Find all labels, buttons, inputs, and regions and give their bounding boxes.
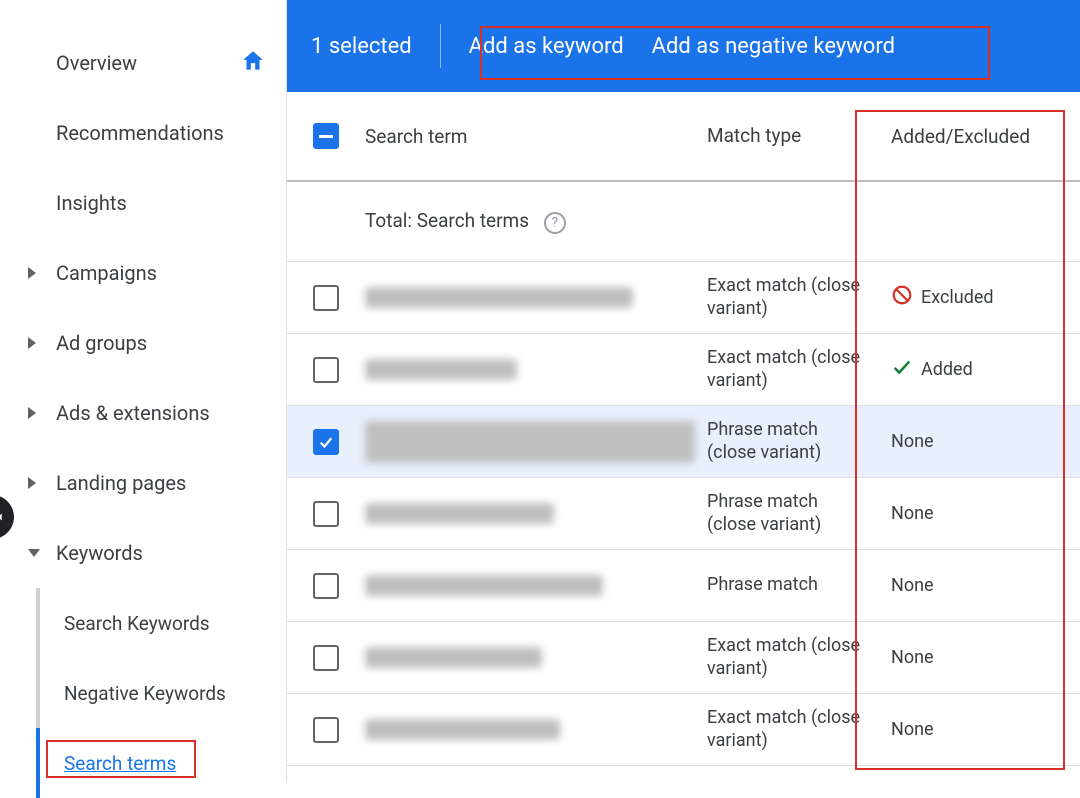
add-as-keyword-button[interactable]: Add as keyword bbox=[469, 34, 624, 59]
col-header-search-term[interactable]: Search term bbox=[365, 125, 707, 148]
chevron-right-icon bbox=[28, 267, 36, 279]
nav-keywords-subgroup: Search Keywords Negative Keywords Search… bbox=[36, 588, 286, 798]
search-term-text: affordable electric scooter bbox=[365, 575, 603, 596]
match-type-text: Phrase match bbox=[707, 574, 875, 597]
subnav-search-terms[interactable]: Search terms bbox=[36, 728, 286, 798]
subnav-label: Negative Keywords bbox=[64, 682, 226, 705]
chevron-right-icon bbox=[28, 407, 36, 419]
table-row[interactable]: scooter eléctrico para adultos Exact matc… bbox=[287, 262, 1080, 334]
help-icon[interactable]: ? bbox=[544, 212, 566, 234]
total-label: Total: Search terms bbox=[365, 209, 529, 232]
col-header-added-excluded[interactable]: Added/Excluded bbox=[875, 125, 1080, 148]
nav-recommendations[interactable]: Recommendations bbox=[0, 98, 286, 168]
chevron-down-icon bbox=[28, 549, 40, 557]
added-excluded-status: Excluded bbox=[891, 284, 1080, 311]
search-term-text: scooters for sale bbox=[365, 359, 517, 380]
nav-landing-pages[interactable]: Landing pages bbox=[0, 448, 286, 518]
col-header-match-type[interactable]: Match type bbox=[707, 124, 875, 148]
table-total-row: Total: Search terms ? bbox=[287, 182, 1080, 262]
match-type-text: Exact match (close variant) bbox=[707, 707, 875, 752]
row-checkbox[interactable] bbox=[313, 501, 339, 527]
table-row[interactable]: electric travel scooter Exact match (clos… bbox=[287, 694, 1080, 766]
subnav-search-keywords[interactable]: Search Keywords bbox=[40, 588, 286, 658]
subnav-label: Search terms bbox=[64, 752, 176, 775]
row-checkbox[interactable] bbox=[313, 717, 339, 743]
search-term-text: electric travel scooter bbox=[365, 719, 560, 740]
search-terms-table: Search term Match type Added/Excluded To… bbox=[287, 92, 1080, 783]
match-type-text: Exact match (close variant) bbox=[707, 275, 875, 320]
nav-label: Ad groups bbox=[56, 331, 147, 355]
added-excluded-status: None bbox=[891, 719, 1080, 740]
added-icon bbox=[891, 356, 913, 383]
match-type-text: Exact match (close variant) bbox=[707, 635, 875, 680]
added-excluded-status: None bbox=[891, 575, 1080, 596]
nav-keywords[interactable]: Keywords bbox=[0, 518, 286, 588]
search-term-text: motorcycle scooters for sale near me bbox=[365, 421, 695, 463]
search-term-text: buy electric scooter bbox=[365, 647, 542, 668]
row-checkbox[interactable] bbox=[313, 573, 339, 599]
chevron-right-icon bbox=[28, 337, 36, 349]
match-type-text: Phrase match (close variant) bbox=[707, 419, 875, 464]
nav-ads-extensions[interactable]: Ads & extensions bbox=[0, 378, 286, 448]
selection-action-bar: 1 selected Add as keyword Add as negativ… bbox=[287, 0, 1080, 92]
match-type-text: Phrase match (close variant) bbox=[707, 491, 875, 536]
excluded-icon bbox=[891, 284, 913, 311]
nav-campaigns[interactable]: Campaigns bbox=[0, 238, 286, 308]
nav-label: Keywords bbox=[56, 541, 143, 565]
selection-count: 1 selected bbox=[311, 34, 412, 59]
search-term-text: scooter eléctrico para adultos bbox=[365, 287, 633, 308]
sidebar-nav: Overview Recommendations Insights Campai… bbox=[0, 0, 287, 783]
added-excluded-status: Added bbox=[891, 356, 1080, 383]
add-as-negative-keyword-button[interactable]: Add as negative keyword bbox=[652, 34, 895, 59]
subnav-label: Search Keywords bbox=[64, 612, 210, 635]
added-excluded-status: None bbox=[891, 647, 1080, 668]
nav-label: Overview bbox=[56, 51, 137, 75]
added-excluded-status: None bbox=[891, 503, 1080, 524]
nav-label: Recommendations bbox=[56, 121, 224, 145]
home-icon bbox=[240, 48, 266, 79]
row-checkbox[interactable] bbox=[313, 645, 339, 671]
subnav-negative-keywords[interactable]: Negative Keywords bbox=[40, 658, 286, 728]
row-checkbox[interactable] bbox=[313, 285, 339, 311]
table-header-row: Search term Match type Added/Excluded bbox=[287, 92, 1080, 182]
table-row[interactable]: scooters for sale seo Phrase match (close… bbox=[287, 478, 1080, 550]
nav-label: Campaigns bbox=[56, 261, 157, 285]
row-checkbox[interactable] bbox=[313, 357, 339, 383]
nav-ad-groups[interactable]: Ad groups bbox=[0, 308, 286, 378]
search-term-text: scooters for sale seo bbox=[365, 503, 554, 524]
select-all-checkbox[interactable] bbox=[313, 123, 339, 149]
row-checkbox[interactable] bbox=[313, 429, 339, 455]
nav-label: Ads & extensions bbox=[56, 401, 210, 425]
table-row[interactable]: buy electric scooter Exact match (close v… bbox=[287, 622, 1080, 694]
nav-insights[interactable]: Insights bbox=[0, 168, 286, 238]
nav-label: Insights bbox=[56, 191, 127, 215]
table-row[interactable]: motorcycle scooters for sale near me Phra… bbox=[287, 406, 1080, 478]
table-row[interactable]: affordable electric scooter Phrase match N… bbox=[287, 550, 1080, 622]
main-content: 1 selected Add as keyword Add as negativ… bbox=[287, 0, 1080, 783]
nav-overview[interactable]: Overview bbox=[0, 28, 286, 98]
divider bbox=[440, 24, 441, 68]
table-row[interactable]: scooters for sale Exact match (close vari… bbox=[287, 334, 1080, 406]
chevron-right-icon bbox=[28, 477, 36, 489]
match-type-text: Exact match (close variant) bbox=[707, 347, 875, 392]
nav-label: Landing pages bbox=[56, 471, 186, 495]
added-excluded-status: None bbox=[891, 431, 1080, 452]
